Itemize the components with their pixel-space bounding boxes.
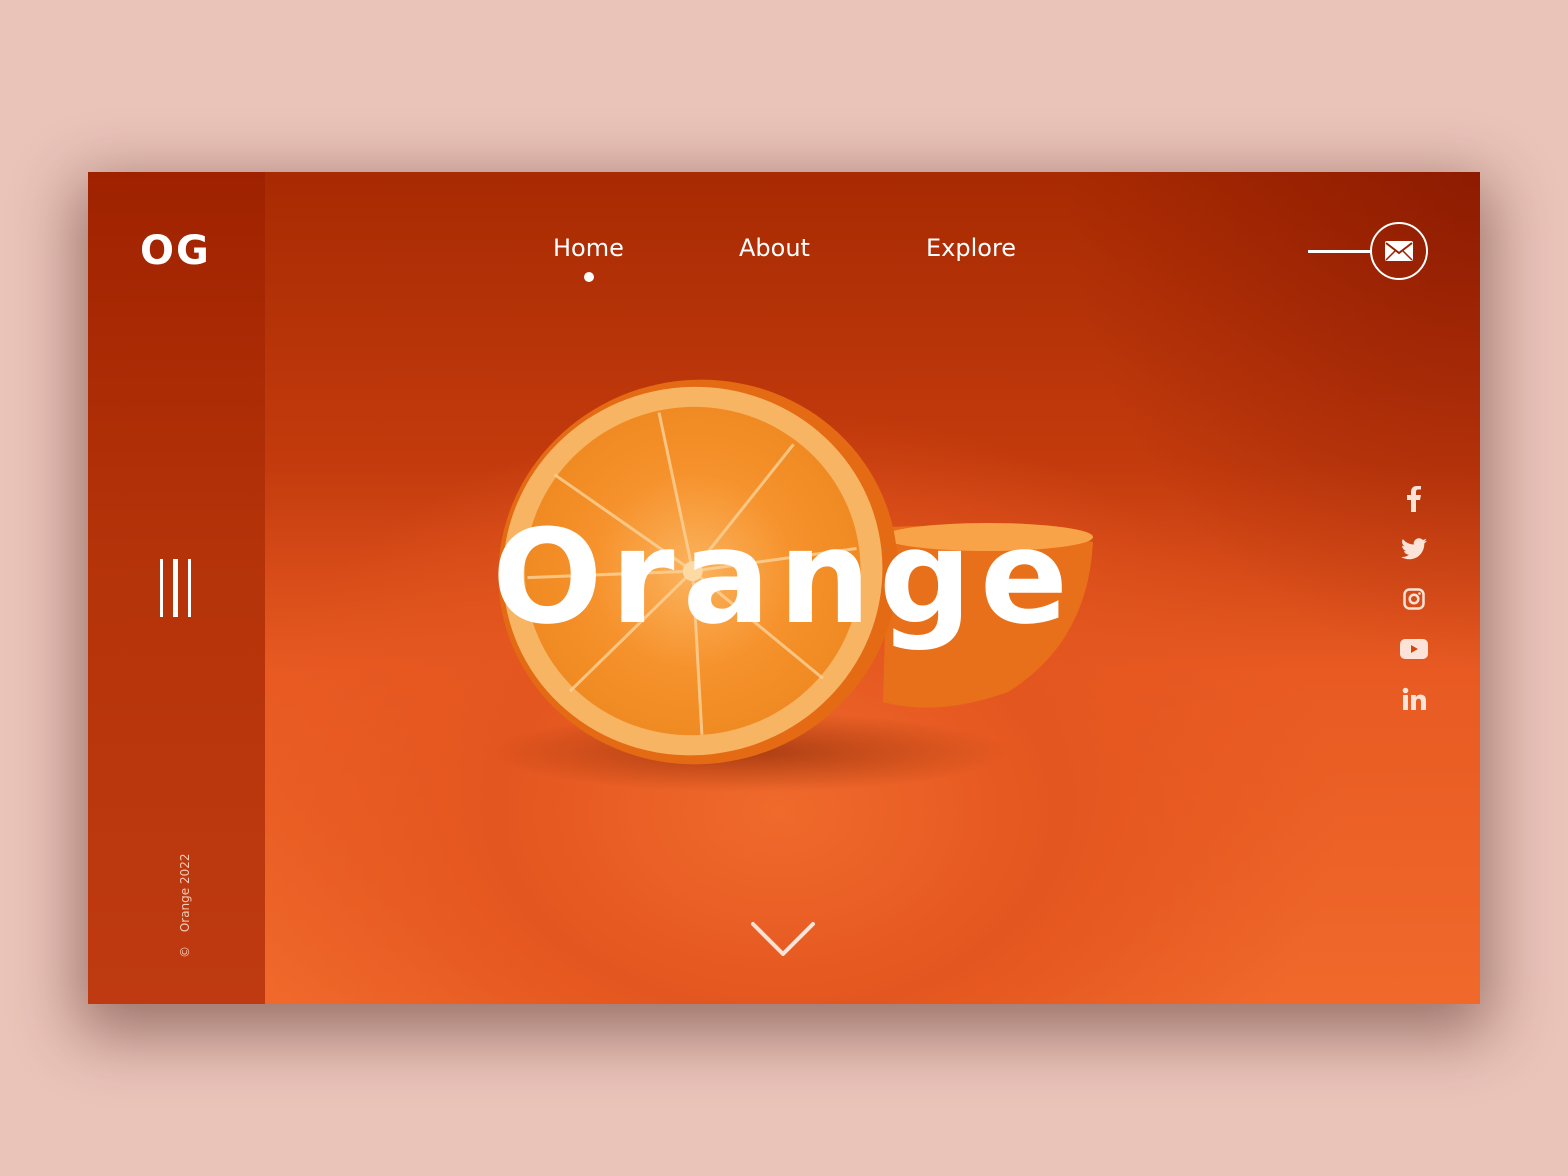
mail-icon [1385, 241, 1413, 261]
facebook-icon [1407, 486, 1421, 512]
landing-page: OG © Orange 2022 Home About Explore Oran… [88, 172, 1480, 1004]
mail-button[interactable] [1370, 222, 1428, 280]
youtube-icon [1400, 639, 1428, 659]
chevron-down-icon[interactable] [750, 920, 816, 960]
nav-home[interactable]: Home [553, 234, 624, 262]
logo[interactable]: OG [140, 228, 211, 274]
social-linkedin[interactable] [1396, 674, 1432, 724]
copyright-icon: © [178, 946, 192, 958]
nav-explore[interactable]: Explore [926, 234, 1016, 262]
active-nav-indicator [584, 272, 594, 282]
linkedin-icon [1402, 687, 1426, 710]
copyright-text: Orange 2022 [178, 853, 192, 933]
nav-about[interactable]: About [739, 234, 810, 262]
hero-title: Orange [491, 501, 1077, 653]
contact-line [1308, 250, 1372, 253]
copyright: © Orange 2022 [178, 853, 192, 958]
